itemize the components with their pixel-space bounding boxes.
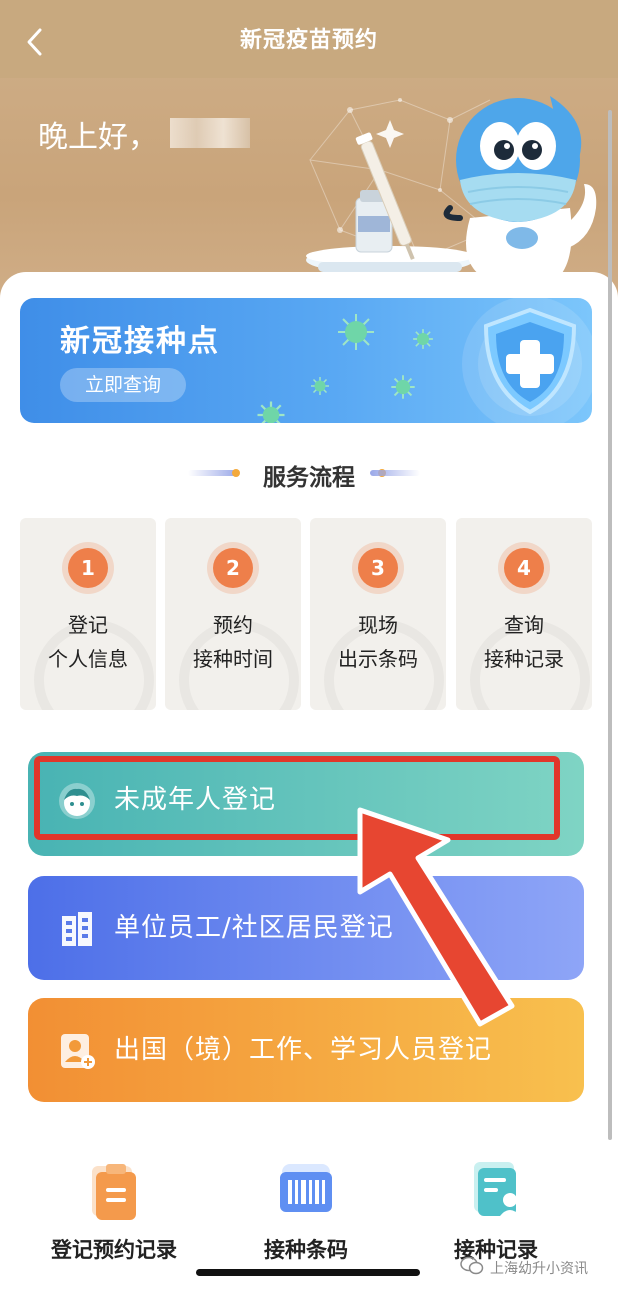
step-card-1: 1 登记 个人信息 bbox=[20, 518, 156, 710]
passport-person-icon bbox=[61, 1034, 95, 1069]
decoration-line bbox=[370, 470, 420, 476]
vaccination-barcode-tab[interactable]: 接种条码 bbox=[216, 1140, 396, 1270]
registration-records-tab[interactable]: 登记预约记录 bbox=[24, 1140, 204, 1270]
page-title: 新冠疫苗预约 bbox=[239, 28, 378, 53]
step-label: 预约 接种时间 bbox=[165, 608, 301, 676]
vaccination-site-banner[interactable]: 新冠接种点 立即查询 bbox=[20, 298, 592, 423]
virus-icon bbox=[391, 375, 415, 399]
navigation-bar: 新冠疫苗预约 bbox=[0, 0, 618, 78]
process-steps: 1 登记 个人信息 2 预约 接种时间 3 现场 出示条码 4 查询 接种记录 bbox=[20, 518, 592, 710]
building-icon bbox=[62, 912, 92, 946]
registration-records-label: 登记预约记录 bbox=[51, 1238, 177, 1262]
service-process-title: 服务流程 bbox=[263, 465, 355, 491]
step-label: 登记 个人信息 bbox=[20, 608, 156, 676]
annotation-arrow bbox=[357, 807, 515, 1027]
shield-icon bbox=[462, 298, 592, 423]
step-label-line: 出示条码 bbox=[338, 647, 418, 671]
step-label-line: 接种记录 bbox=[484, 647, 564, 671]
document-user-icon bbox=[474, 1162, 520, 1216]
vaccination-records-tab[interactable]: 接种记录 bbox=[406, 1140, 586, 1270]
watermark-text: 上海幼升小资讯 bbox=[490, 1261, 588, 1277]
step-card-4: 4 查询 接种记录 bbox=[456, 518, 592, 710]
step-label-line: 预约 bbox=[213, 613, 253, 637]
step-number: 3 bbox=[358, 548, 398, 588]
virus-icon bbox=[257, 401, 285, 423]
step-number: 2 bbox=[213, 548, 253, 588]
barcode-icon bbox=[280, 1164, 332, 1212]
step-number: 4 bbox=[504, 548, 544, 588]
step-card-3: 3 现场 出示条码 bbox=[310, 518, 446, 710]
virus-icon bbox=[413, 329, 433, 349]
step-label-line: 现场 bbox=[358, 613, 398, 637]
step-number: 1 bbox=[68, 548, 108, 588]
scrollbar[interactable] bbox=[608, 110, 612, 1140]
wechat-icon bbox=[460, 1256, 484, 1275]
greeting-text: 晚上好， bbox=[38, 120, 158, 155]
clipboard-icon bbox=[92, 1164, 136, 1220]
blurred-username bbox=[170, 118, 250, 148]
step-label-line: 接种时间 bbox=[193, 647, 273, 671]
home-indicator bbox=[196, 1269, 420, 1276]
step-label-line: 查询 bbox=[504, 613, 544, 637]
query-now-button[interactable]: 立即查询 bbox=[60, 368, 186, 402]
step-label: 查询 接种记录 bbox=[456, 608, 592, 676]
step-label-line: 登记 bbox=[68, 613, 108, 637]
step-label: 现场 出示条码 bbox=[310, 608, 446, 676]
virus-icon bbox=[311, 377, 329, 395]
step-label-line: 个人信息 bbox=[48, 647, 128, 671]
step-card-2: 2 预约 接种时间 bbox=[165, 518, 301, 710]
vaccination-barcode-label: 接种条码 bbox=[264, 1238, 348, 1262]
mascot-illustration bbox=[306, 96, 597, 288]
virus-icon bbox=[338, 314, 374, 350]
banner-title: 新冠接种点 bbox=[60, 324, 220, 359]
